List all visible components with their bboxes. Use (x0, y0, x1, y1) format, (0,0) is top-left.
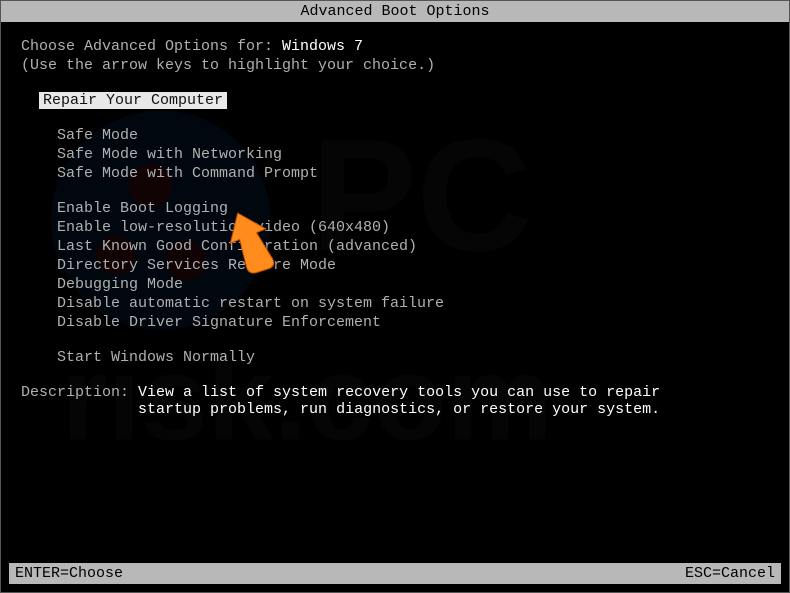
option-enable-boot-logging[interactable]: Enable Boot Logging (1, 200, 789, 217)
option-disable-driver-signature[interactable]: Disable Driver Signature Enforcement (1, 314, 789, 331)
option-repair-your-computer[interactable]: Repair Your Computer (39, 92, 227, 109)
option-group-advanced: Enable Boot Logging Enable low-resolutio… (1, 200, 789, 331)
option-group-normal: Start Windows Normally (1, 349, 789, 366)
footer-bar: ENTER=Choose ESC=Cancel (9, 563, 781, 584)
description-label: Description: (21, 384, 138, 401)
page-title: Advanced Boot Options (300, 3, 489, 20)
title-bar: Advanced Boot Options (1, 1, 789, 22)
option-disable-auto-restart[interactable]: Disable automatic restart on system fail… (1, 295, 789, 312)
option-debugging-mode[interactable]: Debugging Mode (1, 276, 789, 293)
description-text-line2: startup problems, run diagnostics, or re… (1, 401, 789, 418)
option-low-resolution-video[interactable]: Enable low-resolution video (640x480) (1, 219, 789, 236)
choose-line: Choose Advanced Options for: Windows 7 (1, 38, 789, 55)
option-group-safe-mode: Safe Mode Safe Mode with Networking Safe… (1, 127, 789, 182)
option-last-known-good-config[interactable]: Last Known Good Configuration (advanced) (1, 238, 789, 255)
choose-prefix: Choose Advanced Options for: (21, 38, 282, 55)
option-directory-services-restore[interactable]: Directory Services Restore Mode (1, 257, 789, 274)
description-block: Description: View a list of system recov… (1, 384, 789, 401)
os-name: Windows 7 (282, 38, 363, 55)
option-safe-mode[interactable]: Safe Mode (1, 127, 789, 144)
option-safe-mode-command-prompt[interactable]: Safe Mode with Command Prompt (1, 165, 789, 182)
description-text-line1: View a list of system recovery tools you… (138, 384, 660, 401)
footer-enter-choose: ENTER=Choose (15, 565, 123, 582)
option-start-windows-normally[interactable]: Start Windows Normally (1, 349, 789, 366)
option-safe-mode-networking[interactable]: Safe Mode with Networking (1, 146, 789, 163)
footer-esc-cancel: ESC=Cancel (685, 565, 775, 582)
arrow-keys-hint: (Use the arrow keys to highlight your ch… (1, 57, 789, 74)
